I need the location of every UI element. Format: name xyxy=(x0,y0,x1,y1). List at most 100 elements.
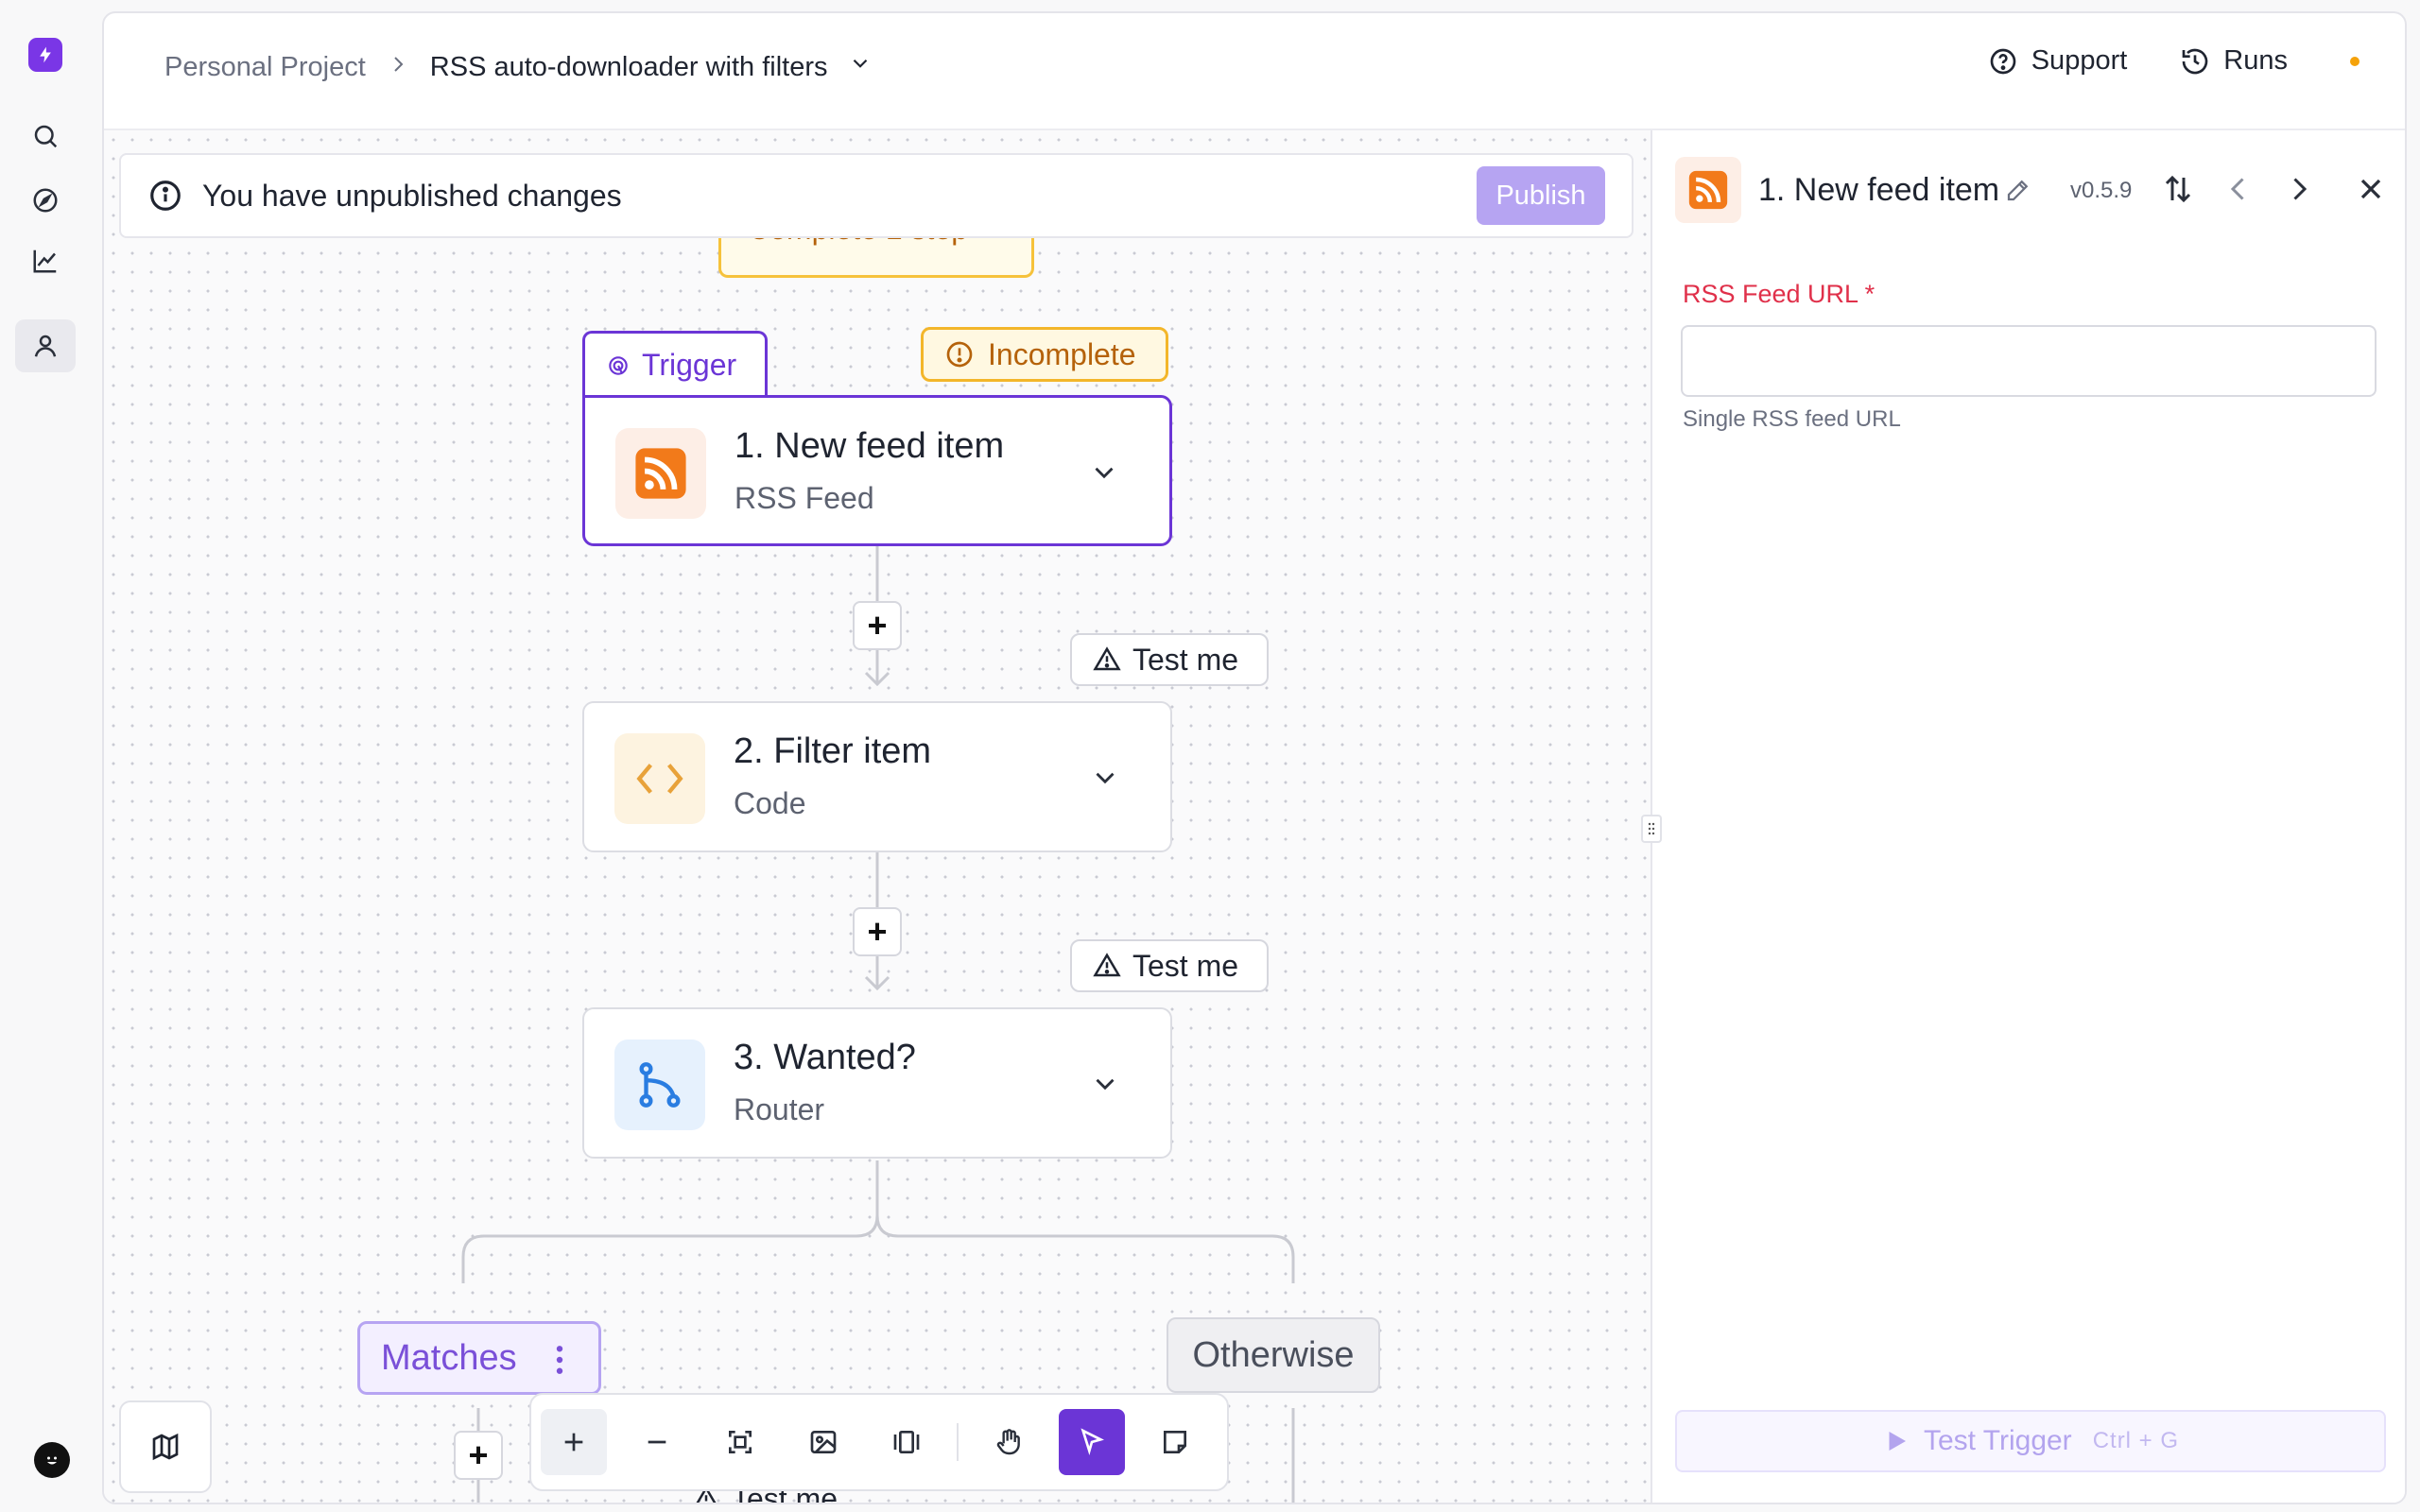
add-step-button[interactable]: + xyxy=(454,1431,503,1480)
rss-icon xyxy=(1675,157,1741,223)
step-settings-panel: 1. New feed item v0.5.9 RSS Feed URL * S… xyxy=(1641,130,2405,1503)
avatar[interactable] xyxy=(34,1442,70,1478)
pan-tool-button[interactable] xyxy=(976,1409,1042,1475)
add-step-button[interactable]: + xyxy=(853,601,902,650)
grip-icon xyxy=(1648,822,1655,835)
runs-button[interactable]: Runs xyxy=(2180,45,2288,77)
support-button[interactable]: Support xyxy=(1988,45,2128,77)
unpublished-banner: You have unpublished changes Publish xyxy=(119,153,1634,238)
test-me-button[interactable]: Test me xyxy=(1070,939,1269,992)
test-me-label: Test me xyxy=(1132,948,1239,983)
chevron-right-icon xyxy=(387,53,409,82)
canvas-toolbar xyxy=(529,1393,1229,1491)
resize-handle[interactable] xyxy=(1641,815,1662,843)
plus-icon xyxy=(564,1433,583,1452)
status-dot xyxy=(2350,56,2360,66)
chart-icon[interactable] xyxy=(15,234,76,287)
test-me-button[interactable]: Test me xyxy=(1070,633,1269,686)
rss-feed-url-label: RSS Feed URL * xyxy=(1683,280,1876,308)
trigger-tab-label: Trigger xyxy=(642,348,737,382)
pencil-icon[interactable] xyxy=(2004,176,2032,204)
minimap-button[interactable] xyxy=(119,1400,212,1493)
panel-title: 1. New feed item xyxy=(1758,172,2000,208)
piece-version: v0.5.9 xyxy=(2070,178,2133,203)
flow-canvas[interactable]: Complete 1 step You have unpublished cha… xyxy=(104,130,1651,1503)
panel-header: 1. New feed item v0.5.9 xyxy=(1675,157,2382,223)
rss-feed-url-help: Single RSS feed URL xyxy=(1683,406,1901,432)
sticky-note-icon xyxy=(1164,1431,1186,1453)
step-subtitle: Router xyxy=(734,1092,825,1126)
toolbar-divider xyxy=(957,1423,959,1461)
test-trigger-label: Test Trigger xyxy=(1923,1425,2072,1456)
flow-name[interactable]: RSS auto-downloader with filters xyxy=(430,52,828,83)
incomplete-label: Incomplete xyxy=(988,336,1136,371)
step-subtitle: RSS Feed xyxy=(735,481,874,515)
close-icon[interactable] xyxy=(2354,172,2388,206)
compass-icon[interactable] xyxy=(15,174,76,227)
chevron-right-icon[interactable] xyxy=(2282,172,2316,206)
minus-icon xyxy=(648,1440,666,1444)
more-vertical-icon[interactable] xyxy=(555,1345,564,1375)
fit-view-button[interactable] xyxy=(707,1409,773,1475)
publish-button[interactable]: Publish xyxy=(1477,166,1605,225)
rss-feed-url-input[interactable] xyxy=(1681,325,2377,397)
layout-button[interactable] xyxy=(873,1409,940,1475)
trigger-icon xyxy=(609,355,628,375)
test-me-label: Test me xyxy=(1132,642,1239,677)
breadcrumb: Personal Project RSS auto-downloader wit… xyxy=(164,51,873,83)
step-title: 1. New feed item xyxy=(735,426,1005,466)
fit-screen-icon xyxy=(729,1431,752,1453)
select-tool-button[interactable] xyxy=(1059,1409,1125,1475)
layout-icon xyxy=(893,1431,920,1453)
export-image-button[interactable] xyxy=(790,1409,856,1475)
zoom-out-button[interactable] xyxy=(624,1409,690,1475)
help-icon xyxy=(1990,48,2016,74)
code-icon xyxy=(614,733,705,824)
add-step-button[interactable]: + xyxy=(853,907,902,956)
rss-icon xyxy=(615,428,706,519)
incomplete-badge: Incomplete xyxy=(921,327,1168,382)
play-icon xyxy=(1889,1432,1906,1451)
step-node-new-feed-item[interactable]: 1. New feed item RSS Feed xyxy=(582,395,1172,546)
step-title: 2. Filter item xyxy=(734,731,932,771)
warning-icon xyxy=(1093,953,1121,977)
top-bar: Personal Project RSS auto-downloader wit… xyxy=(104,13,2405,130)
user-icon[interactable] xyxy=(15,319,76,372)
warning-icon xyxy=(1093,646,1121,671)
chevron-left-icon[interactable] xyxy=(2221,172,2256,206)
router-icon xyxy=(614,1040,705,1130)
keyboard-shortcut: Ctrl + G xyxy=(2092,1428,2180,1453)
branch-otherwise[interactable]: Otherwise xyxy=(1167,1317,1380,1393)
branch-matches[interactable]: Matches xyxy=(357,1321,601,1395)
support-label: Support xyxy=(2031,45,2128,76)
info-icon xyxy=(150,180,181,211)
app-logo[interactable] xyxy=(28,38,62,72)
test-trigger-button[interactable]: Test Trigger Ctrl + G xyxy=(1675,1410,2386,1472)
map-icon xyxy=(152,1433,179,1461)
step-node-wanted[interactable]: 3. Wanted? Router xyxy=(582,1007,1172,1159)
step-subtitle: Code xyxy=(734,786,806,820)
top-actions: Support Runs xyxy=(1988,45,2360,77)
branch-otherwise-label: Otherwise xyxy=(1192,1334,1355,1375)
image-icon xyxy=(810,1431,837,1453)
swap-icon[interactable] xyxy=(2161,172,2195,206)
breadcrumb-project[interactable]: Personal Project xyxy=(164,52,366,83)
search-icon[interactable] xyxy=(15,110,76,163)
history-icon xyxy=(2182,48,2208,74)
branch-matches-label: Matches xyxy=(381,1337,517,1378)
chevron-down-icon[interactable] xyxy=(848,51,873,83)
left-rail xyxy=(0,0,102,1512)
chevron-down-icon[interactable] xyxy=(1089,1068,1121,1100)
zoom-in-button[interactable] xyxy=(541,1409,607,1475)
runs-label: Runs xyxy=(2223,45,2288,76)
chevron-down-icon[interactable] xyxy=(1089,762,1121,794)
main-frame: Personal Project RSS auto-downloader wit… xyxy=(102,11,2407,1504)
cursor-icon xyxy=(1080,1428,1104,1455)
hand-icon xyxy=(996,1429,1020,1455)
step-title: 3. Wanted? xyxy=(734,1038,916,1077)
banner-message: You have unpublished changes xyxy=(202,178,622,213)
chevron-down-icon[interactable] xyxy=(1088,456,1120,489)
note-button[interactable] xyxy=(1142,1409,1208,1475)
step-node-filter-item[interactable]: 2. Filter item Code xyxy=(582,701,1172,852)
trigger-tab: Trigger xyxy=(582,331,768,397)
